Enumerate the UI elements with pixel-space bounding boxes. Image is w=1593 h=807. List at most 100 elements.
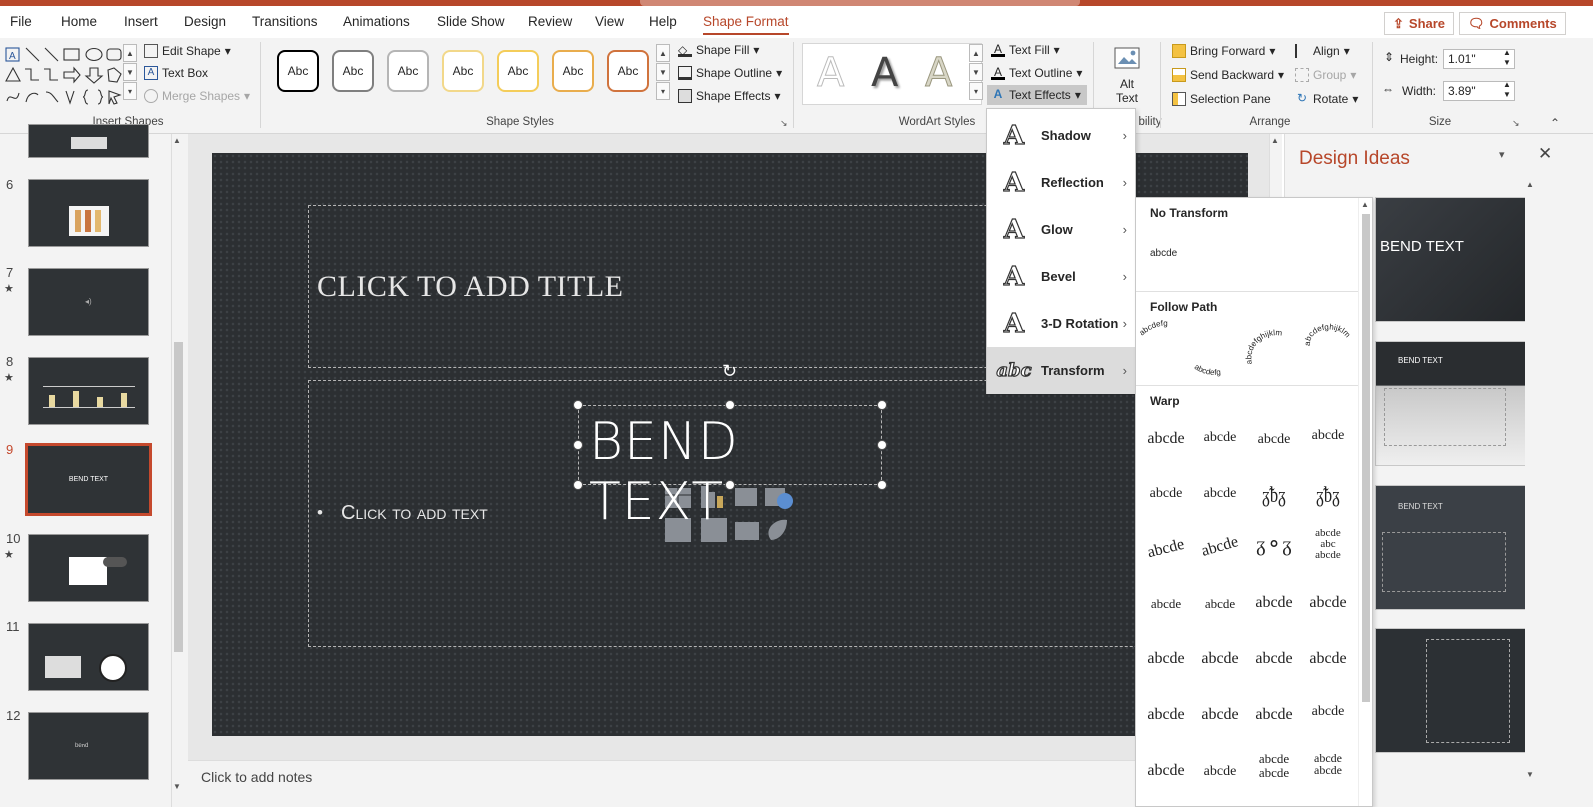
slide-thumbnail-11[interactable] [28, 623, 149, 691]
pane-options-icon[interactable]: ▾ [1499, 148, 1505, 161]
collapse-ribbon-icon[interactable]: ⌃ [1550, 116, 1560, 130]
resize-handle[interactable] [725, 400, 735, 410]
rotate-handle-icon[interactable]: ↻ [722, 361, 737, 382]
shape-style-3[interactable]: Abc [387, 50, 429, 92]
follow-path-arch-up[interactable]: abcdefg [1137, 319, 1167, 338]
wordart-gallery[interactable]: A A A [802, 43, 982, 105]
thumbnails-scrollbar[interactable]: ▲ ▼ [171, 134, 184, 807]
design-idea-1[interactable]: BEND TEXT [1375, 197, 1527, 322]
design-idea-4[interactable] [1375, 628, 1527, 753]
slide-thumbnail-9-selected[interactable]: BEND TEXT [25, 443, 152, 516]
resize-handle[interactable] [877, 440, 887, 450]
design-ideas-scrollbar[interactable]: ▲ ▼ [1525, 180, 1537, 807]
warp-option[interactable]: abcde [1248, 432, 1300, 448]
warp-option[interactable]: ᵹᵬᵹ [1309, 482, 1348, 508]
warp-option[interactable]: abcde [1194, 430, 1246, 446]
menu-item-shadow[interactable]: A Shadow › [987, 112, 1135, 159]
shapes-scroll-up[interactable]: ▲ [123, 44, 137, 62]
warp-option[interactable]: abcde [1140, 596, 1192, 612]
warp-option[interactable]: abcde [1194, 764, 1246, 780]
design-idea-2[interactable]: BEND TEXT [1375, 341, 1527, 466]
tab-help[interactable]: Help [649, 14, 677, 29]
shapes-more[interactable]: ▾ [123, 82, 137, 100]
warp-option[interactable]: abcde [1139, 534, 1194, 564]
shape-effects-button[interactable]: Shape Effects ▾ [678, 89, 781, 103]
warp-option[interactable]: abcde [1194, 486, 1246, 502]
shape-fill-button[interactable]: ◇ Shape Fill ▾ [678, 43, 759, 57]
warp-option[interactable]: abcde [1248, 650, 1300, 668]
alt-text-button[interactable]: Alt Text [1107, 46, 1147, 105]
no-transform-option[interactable]: abcde [1150, 248, 1177, 259]
warp-option[interactable]: abcde [1302, 428, 1354, 444]
height-spinner[interactable]: ▲ ▼ [1503, 48, 1511, 68]
warp-option[interactable]: abcde [1140, 430, 1192, 448]
warp-option[interactable]: abcde abcde [1248, 752, 1300, 780]
resize-handle[interactable] [877, 480, 887, 490]
resize-handle[interactable] [573, 400, 583, 410]
edit-shape-button[interactable]: Edit Shape ▾ [144, 44, 231, 58]
wordart-textbox[interactable]: BEND TEXT [578, 405, 882, 532]
styles-scroll-down[interactable]: ▼ [656, 63, 670, 81]
follow-path-gallery[interactable]: abcdefg abcdefg abcdefghijklm abcdefghij… [1136, 318, 1358, 382]
shape-style-2[interactable]: Abc [332, 50, 374, 92]
slide-thumbnail-12[interactable]: ᵇᵉⁿᵈ [28, 712, 149, 780]
menu-item-3d-rotation[interactable]: A 3-D Rotation › [987, 300, 1135, 347]
warp-option[interactable]: abcde abc abcde [1302, 528, 1354, 561]
tab-animations[interactable]: Animations [343, 14, 410, 29]
slide-thumbnail-5[interactable] [28, 124, 149, 158]
selection-pane-button[interactable]: Selection Pane [1172, 92, 1271, 106]
follow-path-circle[interactable]: abcdefghijklm [1244, 328, 1282, 365]
wordart-style-2[interactable]: A [871, 50, 898, 96]
rotate-button[interactable]: ↻ Rotate ▾ [1295, 92, 1358, 107]
warp-option[interactable]: ᵹ⚬ᵹ [1248, 532, 1300, 557]
shapes-scroll-down[interactable]: ▼ [123, 63, 137, 81]
shape-style-5[interactable]: Abc [497, 50, 539, 92]
width-spinner[interactable]: ▲ ▼ [1503, 80, 1511, 100]
thumbnails-scroll-thumb[interactable] [174, 342, 183, 652]
warp-option[interactable]: abcde [1248, 594, 1300, 612]
tab-home[interactable]: Home [61, 14, 97, 29]
tab-slide-show[interactable]: Slide Show [437, 14, 505, 29]
follow-path-button[interactable]: abcdefghijklm [1303, 322, 1352, 346]
text-fill-button[interactable]: A Text Fill ▾ [991, 43, 1060, 57]
shape-style-7[interactable]: Abc [607, 50, 649, 92]
wordart-style-3[interactable]: A [924, 50, 952, 97]
shape-outline-button[interactable]: Shape Outline ▾ [678, 66, 782, 80]
dialog-launcher-icon[interactable]: ↘ [780, 118, 788, 129]
warp-option[interactable]: abcde [1302, 594, 1354, 612]
slide-thumbnail-8[interactable] [28, 357, 149, 425]
tab-view[interactable]: View [595, 14, 624, 29]
warp-option[interactable]: abcde [1194, 650, 1246, 668]
share-button[interactable]: ⇪ Share [1384, 12, 1455, 35]
shape-style-1[interactable]: Abc [277, 50, 319, 92]
warp-option[interactable]: abcde [1140, 762, 1192, 780]
design-idea-3[interactable]: BEND TEXT [1375, 485, 1527, 610]
close-icon[interactable]: ✕ [1538, 144, 1552, 164]
wordart-scroll-down[interactable]: ▼ [969, 63, 983, 81]
tab-review[interactable]: Review [528, 14, 572, 29]
menu-item-glow[interactable]: A Glow › [987, 206, 1135, 253]
tab-transitions[interactable]: Transitions [252, 14, 318, 29]
warp-option[interactable]: ᵹᵬᵹ [1255, 482, 1294, 508]
warp-option[interactable]: abcde [1248, 706, 1300, 724]
warp-option[interactable]: abcde abcde [1302, 752, 1354, 776]
text-box-button[interactable]: A Text Box [144, 66, 208, 80]
resize-handle[interactable] [573, 480, 583, 490]
styles-scroll-up[interactable]: ▲ [656, 44, 670, 62]
tab-design[interactable]: Design [184, 14, 226, 29]
tab-file[interactable]: File [10, 14, 32, 29]
bring-forward-button[interactable]: Bring Forward ▾ [1172, 44, 1275, 58]
text-effects-button[interactable]: A Text Effects ▾ [987, 85, 1087, 105]
wordart-scroll-up[interactable]: ▲ [969, 44, 983, 62]
warp-option[interactable]: abcde [1140, 650, 1192, 668]
slide-thumbnail-6[interactable] [28, 179, 149, 247]
warp-option[interactable]: abcde [1140, 486, 1192, 502]
resize-handle[interactable] [877, 400, 887, 410]
shape-style-6[interactable]: Abc [552, 50, 594, 92]
comments-button[interactable]: 🗨 Comments [1459, 12, 1566, 35]
wordart-style-1[interactable]: A [816, 50, 844, 97]
menu-item-bevel[interactable]: A Bevel › [987, 253, 1135, 300]
warp-option[interactable]: abcde [1193, 531, 1248, 563]
wordart-more[interactable]: ▾ [969, 82, 983, 100]
resize-handle[interactable] [725, 480, 735, 490]
